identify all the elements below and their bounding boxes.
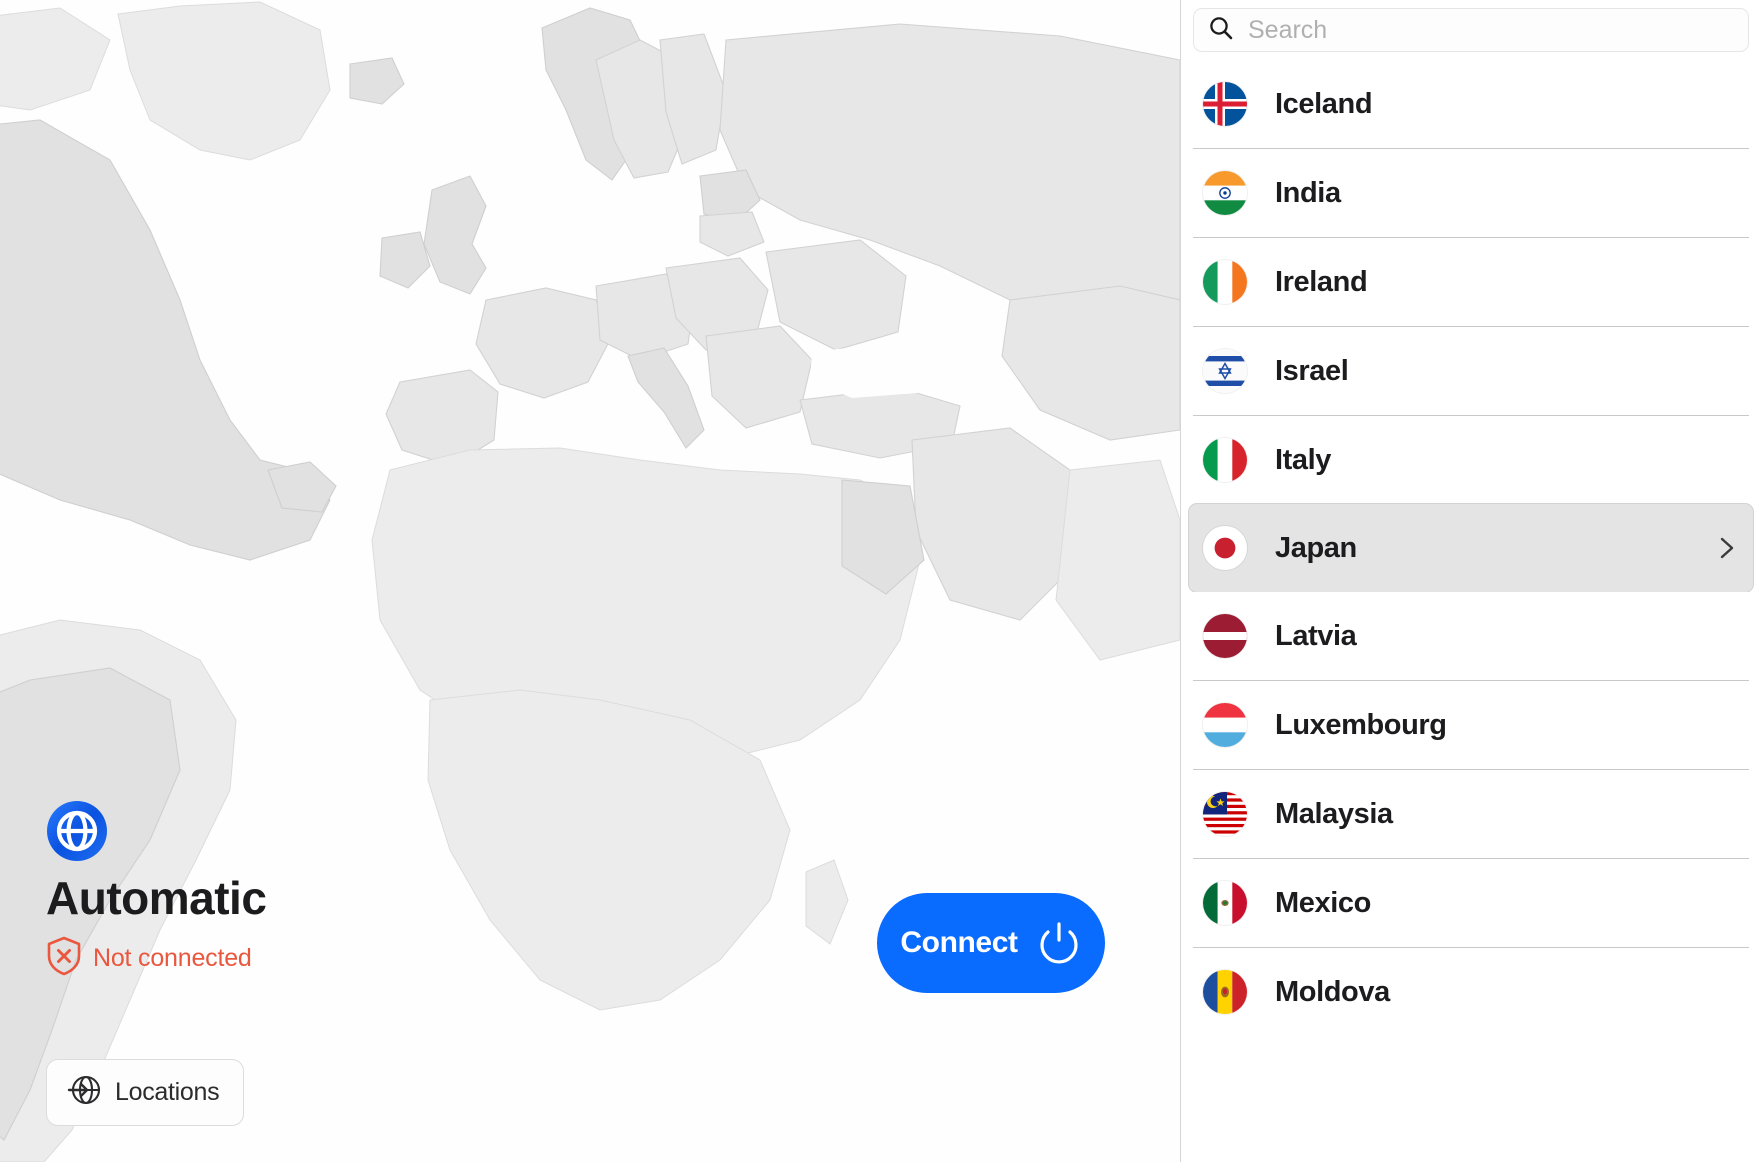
status-text: Not connected xyxy=(93,944,252,973)
country-name: India xyxy=(1275,176,1341,209)
country-row-india[interactable]: India xyxy=(1181,149,1760,237)
country-name: Malaysia xyxy=(1275,797,1393,830)
connect-button[interactable]: Connect xyxy=(877,893,1105,993)
flag-latvia-icon xyxy=(1203,614,1247,658)
locations-button[interactable]: Locations xyxy=(46,1059,245,1126)
search-row xyxy=(1181,0,1760,60)
country-name: Mexico xyxy=(1275,886,1371,919)
country-name: Ireland xyxy=(1275,265,1368,298)
country-row-luxembourg[interactable]: Luxembourg xyxy=(1181,681,1760,769)
connection-status-block: Automatic Not connected xyxy=(46,800,566,981)
flag-japan-icon xyxy=(1203,526,1247,570)
country-list[interactable]: Iceland India Ireland Israel Italy Japan Latvi… xyxy=(1181,60,1760,1162)
flag-ireland-icon xyxy=(1203,260,1247,304)
connect-button-label: Connect xyxy=(900,926,1018,959)
country-row-iceland[interactable]: Iceland xyxy=(1181,60,1760,148)
search-input[interactable] xyxy=(1248,15,1734,45)
country-row-japan[interactable]: Japan xyxy=(1189,504,1753,592)
country-name: Latvia xyxy=(1275,619,1357,652)
country-row-moldova[interactable]: Moldova xyxy=(1181,948,1760,1036)
locations-globe-arrow-icon xyxy=(67,1073,101,1112)
flag-luxembourg-icon xyxy=(1203,703,1247,747)
connection-status: Not connected xyxy=(46,936,566,981)
country-row-latvia[interactable]: Latvia xyxy=(1181,592,1760,680)
power-icon xyxy=(1036,919,1082,968)
country-name: Iceland xyxy=(1275,87,1373,120)
current-location-name: Automatic xyxy=(46,872,267,924)
country-name: Israel xyxy=(1275,354,1349,387)
flag-italy-icon xyxy=(1203,438,1247,482)
country-name: Luxembourg xyxy=(1275,708,1447,741)
flag-india-icon xyxy=(1203,171,1247,215)
search-field[interactable] xyxy=(1193,8,1749,52)
country-row-malaysia[interactable]: Malaysia xyxy=(1181,770,1760,858)
country-name: Moldova xyxy=(1275,975,1390,1008)
flag-moldova-icon xyxy=(1203,970,1247,1014)
country-row-italy[interactable]: Italy xyxy=(1181,416,1760,504)
flag-iceland-icon xyxy=(1203,82,1247,126)
country-name: Japan xyxy=(1275,531,1357,564)
flag-mexico-icon xyxy=(1203,881,1247,925)
shield-x-icon xyxy=(46,936,82,981)
map-panel[interactable]: .ld { fill:#e7e7e7; stroke:#d2d2d2; stro… xyxy=(0,0,1180,1162)
country-row-ireland[interactable]: Ireland xyxy=(1181,238,1760,326)
country-row-israel[interactable]: Israel xyxy=(1181,327,1760,415)
globe-icon xyxy=(46,800,566,862)
chevron-right-icon[interactable] xyxy=(1713,535,1739,561)
country-list-panel: Iceland India Ireland Israel Italy Japan Latvi… xyxy=(1180,0,1760,1162)
flag-israel-icon xyxy=(1203,349,1247,393)
country-row-mexico[interactable]: Mexico xyxy=(1181,859,1760,947)
flag-malaysia-icon xyxy=(1203,792,1247,836)
country-name: Italy xyxy=(1275,443,1332,476)
vpn-app-window: .ld { fill:#e7e7e7; stroke:#d2d2d2; stro… xyxy=(0,0,1760,1162)
search-icon xyxy=(1208,15,1234,46)
locations-button-label: Locations xyxy=(115,1078,220,1106)
